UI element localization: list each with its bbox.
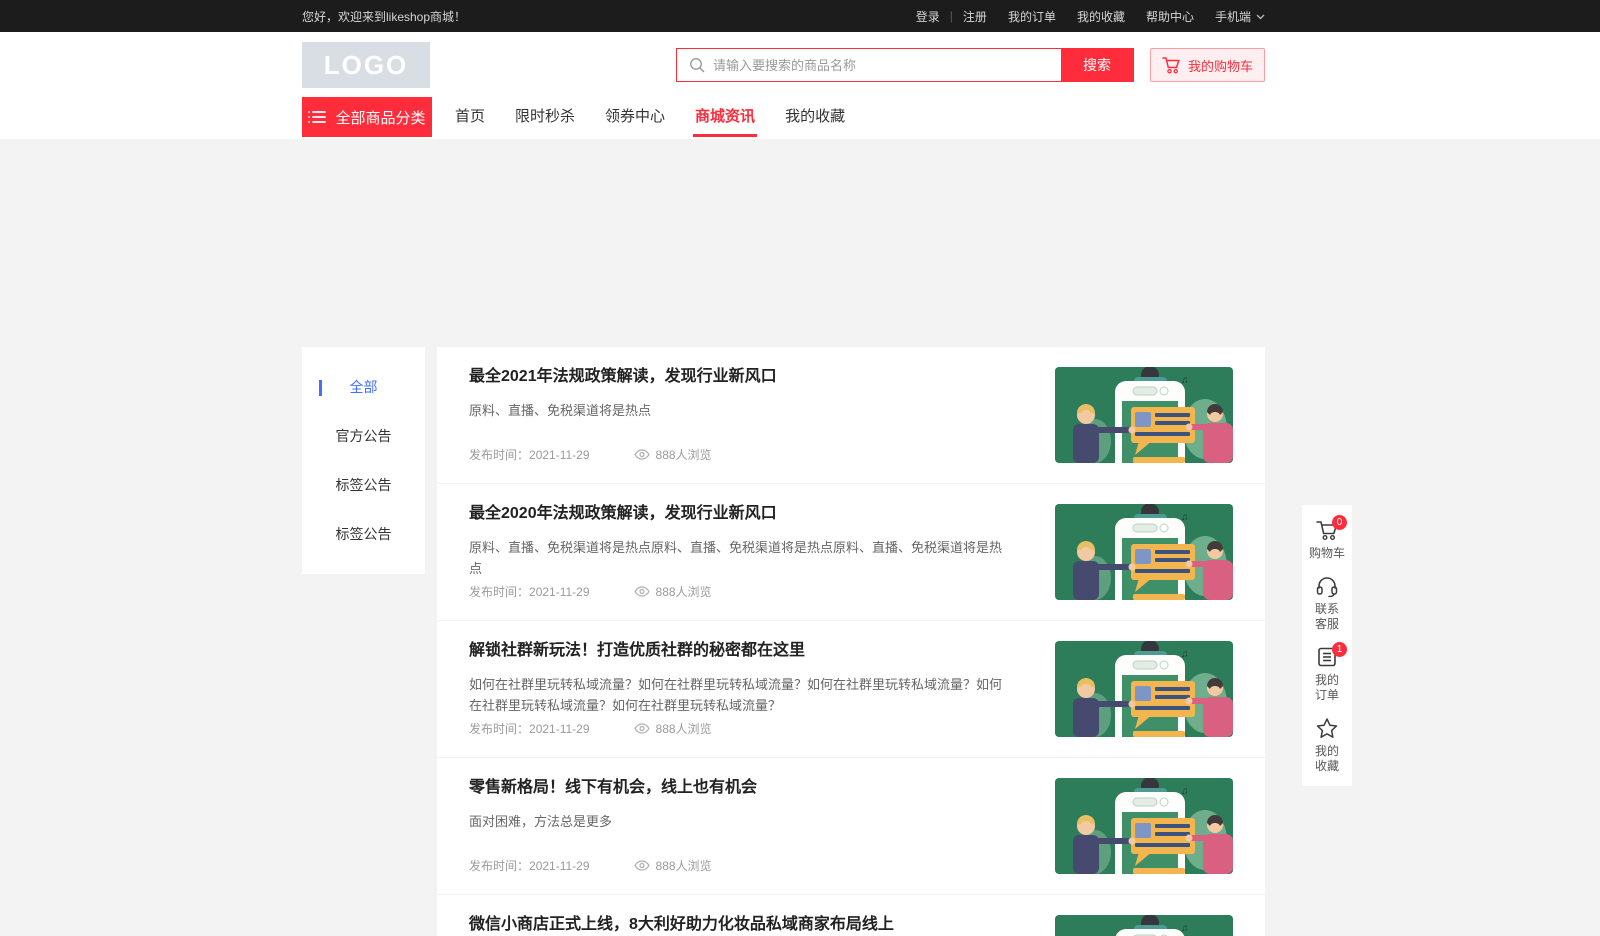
nav-item-my-favorites[interactable]: 我的收藏 <box>783 97 847 137</box>
article-row[interactable]: 最全2020年法规政策解读，发现行业新风口 原料、直播、免税渠道将是热点原料、直… <box>437 484 1265 621</box>
article-text: 解锁社群新玩法！打造优质社群的秘密都在这里 如何在社群里玩转私域流量？如何在社群… <box>469 641 1055 737</box>
article-title[interactable]: 最全2020年法规政策解读，发现行业新风口 <box>469 504 1011 524</box>
article-thumbnail[interactable]: ♫ <box>1055 641 1233 737</box>
search-button[interactable]: 搜索 <box>1061 49 1133 81</box>
my-favorites-link[interactable]: 我的收藏 <box>1077 8 1125 25</box>
news-category-sidebar: 全部 官方公告 标签公告 标签公告 <box>302 347 425 574</box>
publish-time-label: 发布时间： <box>469 448 529 462</box>
float-orders-label: 我的 订单 <box>1302 673 1352 703</box>
svg-text:♫: ♫ <box>1181 649 1189 660</box>
article-list: 最全2021年法规政策解读，发现行业新风口 原料、直播、免税渠道将是热点 发布时… <box>437 347 1265 936</box>
header: LOGO 搜索 我的购物车 全部商品分类 <box>0 32 1600 139</box>
sidebar-item-tag-notice[interactable]: 标签公告 <box>302 510 425 559</box>
publish-date: 2021-11-29 <box>529 448 590 462</box>
star-icon <box>1315 717 1339 739</box>
topbar: 您好，欢迎来到likeshop商城！ 登录 | 注册 我的订单 我的收藏 帮助中… <box>0 0 1600 32</box>
my-orders-link[interactable]: 我的订单 <box>1008 8 1056 25</box>
main-nav: 全部商品分类 首页 限时秒杀 领券中心 商城资讯 我的收藏 <box>302 97 1265 137</box>
orders-count-badge: 1 <box>1332 642 1347 657</box>
article-row[interactable]: 零售新格局！线下有机会，线上也有机会 面对困难，方法总是更多 发布时间：2021… <box>437 758 1265 895</box>
float-cart-item[interactable]: 0 购物车 <box>1302 511 1352 567</box>
topbar-links: 登录 | 注册 我的订单 我的收藏 帮助中心 手机端 <box>916 8 1265 25</box>
article-row[interactable]: 最全2021年法规政策解读，发现行业新风口 原料、直播、免税渠道将是热点 发布时… <box>437 347 1265 484</box>
cart-icon <box>1162 56 1181 74</box>
my-cart-button[interactable]: 我的购物车 <box>1150 48 1265 82</box>
article-thumbnail[interactable]: ♫ <box>1055 915 1233 936</box>
publish-date: 2021-11-29 <box>529 722 590 736</box>
headset-icon <box>1315 575 1339 597</box>
publish-date: 2021-11-29 <box>529 585 590 599</box>
all-categories-button[interactable]: 全部商品分类 <box>302 97 432 137</box>
publish-time-label: 发布时间： <box>469 722 529 736</box>
svg-text:♫: ♫ <box>1181 923 1189 934</box>
eye-icon <box>634 723 650 734</box>
nav-item-mall-news[interactable]: 商城资讯 <box>693 97 757 137</box>
svg-text:♫: ♫ <box>1181 786 1189 797</box>
search-icon <box>689 57 706 74</box>
mobile-link[interactable]: 手机端 <box>1215 8 1265 25</box>
float-service-label: 联系 客服 <box>1302 602 1352 632</box>
article-thumbnail[interactable]: ♫ <box>1055 778 1233 874</box>
article-text: 最全2020年法规政策解读，发现行业新风口 原料、直播、免税渠道将是热点原料、直… <box>469 504 1055 600</box>
category-menu-icon <box>308 110 326 124</box>
views-count: 888人浏览 <box>656 857 712 874</box>
views-count: 888人浏览 <box>656 583 712 600</box>
cart-count-badge: 0 <box>1332 515 1347 530</box>
float-service-item[interactable]: 联系 客服 <box>1302 567 1352 638</box>
search-area: 搜索 <box>676 48 1134 82</box>
article-description: 原料、直播、免税渠道将是热点原料、直播、免税渠道将是热点原料、直播、免税渠道将是… <box>469 537 1011 580</box>
article-thumbnail[interactable]: ♫ <box>1055 504 1233 600</box>
article-title[interactable]: 最全2021年法规政策解读，发现行业新风口 <box>469 367 1011 387</box>
svg-text:♫: ♫ <box>1181 375 1189 386</box>
welcome-text: 您好，欢迎来到likeshop商城！ <box>302 8 466 25</box>
float-cart-label: 购物车 <box>1302 546 1352 561</box>
chevron-down-icon <box>1256 14 1265 20</box>
float-favorites-item[interactable]: 我的 收藏 <box>1302 709 1352 780</box>
main-content: 全部 官方公告 标签公告 标签公告 最全2021年法规政策解读，发现行业新风口 … <box>302 347 1265 936</box>
nav-item-home[interactable]: 首页 <box>453 97 487 137</box>
publish-time-label: 发布时间： <box>469 585 529 599</box>
divider: | <box>950 9 953 23</box>
search-box: 搜索 <box>676 48 1134 82</box>
views-count: 888人浏览 <box>656 720 712 737</box>
publish-time-label: 发布时间： <box>469 859 529 873</box>
floating-toolbar: 0 购物车 联系 客服 1 我的 订单 我的 收藏 <box>1302 505 1352 786</box>
article-thumbnail[interactable]: ♫ <box>1055 367 1233 463</box>
eye-icon <box>634 860 650 871</box>
article-description: 原料、直播、免税渠道将是热点 <box>469 400 1011 421</box>
article-title[interactable]: 微信小商店正式上线，8大利好助力化妆品私域商家布局线上 <box>469 915 1011 935</box>
nav-item-coupon-center[interactable]: 领券中心 <box>603 97 667 137</box>
eye-icon <box>634 449 650 460</box>
article-title[interactable]: 零售新格局！线下有机会，线上也有机会 <box>469 778 1011 798</box>
article-title[interactable]: 解锁社群新玩法！打造优质社群的秘密都在这里 <box>469 641 1011 661</box>
float-favorites-label: 我的 收藏 <box>1302 744 1352 774</box>
publish-date: 2021-11-29 <box>529 859 590 873</box>
article-row[interactable]: 微信小商店正式上线，8大利好助力化妆品私域商家布局线上 <box>437 895 1265 936</box>
article-row[interactable]: 解锁社群新玩法！打造优质社群的秘密都在这里 如何在社群里玩转私域流量？如何在社群… <box>437 621 1265 758</box>
article-meta: 发布时间：2021-11-29 888人浏览 <box>469 857 1011 874</box>
logo[interactable]: LOGO <box>302 42 430 88</box>
article-text: 微信小商店正式上线，8大利好助力化妆品私域商家布局线上 <box>469 915 1055 936</box>
search-input[interactable] <box>677 49 1061 81</box>
register-link[interactable]: 注册 <box>963 8 987 25</box>
article-meta: 发布时间：2021-11-29 888人浏览 <box>469 583 1011 600</box>
nav-items: 首页 限时秒杀 领券中心 商城资讯 我的收藏 <box>453 97 847 137</box>
sidebar-item-official-notice[interactable]: 官方公告 <box>302 412 425 461</box>
eye-icon <box>634 586 650 597</box>
float-orders-item[interactable]: 1 我的 订单 <box>1302 638 1352 709</box>
article-text: 最全2021年法规政策解读，发现行业新风口 原料、直播、免税渠道将是热点 发布时… <box>469 367 1055 463</box>
article-description: 面对困难，方法总是更多 <box>469 811 1011 832</box>
views-count: 888人浏览 <box>656 446 712 463</box>
article-meta: 发布时间：2021-11-29 888人浏览 <box>469 720 1011 737</box>
login-link[interactable]: 登录 <box>916 8 940 25</box>
nav-item-flash-sale[interactable]: 限时秒杀 <box>513 97 577 137</box>
article-meta: 发布时间：2021-11-29 888人浏览 <box>469 446 1011 463</box>
help-center-link[interactable]: 帮助中心 <box>1146 8 1194 25</box>
svg-text:♫: ♫ <box>1181 512 1189 523</box>
article-text: 零售新格局！线下有机会，线上也有机会 面对困难，方法总是更多 发布时间：2021… <box>469 778 1055 874</box>
sidebar-item-all[interactable]: 全部 <box>302 363 425 412</box>
article-description: 如何在社群里玩转私域流量？如何在社群里玩转私域流量？如何在社群里玩转私域流量？如… <box>469 674 1011 717</box>
sidebar-item-tag-notice[interactable]: 标签公告 <box>302 461 425 510</box>
